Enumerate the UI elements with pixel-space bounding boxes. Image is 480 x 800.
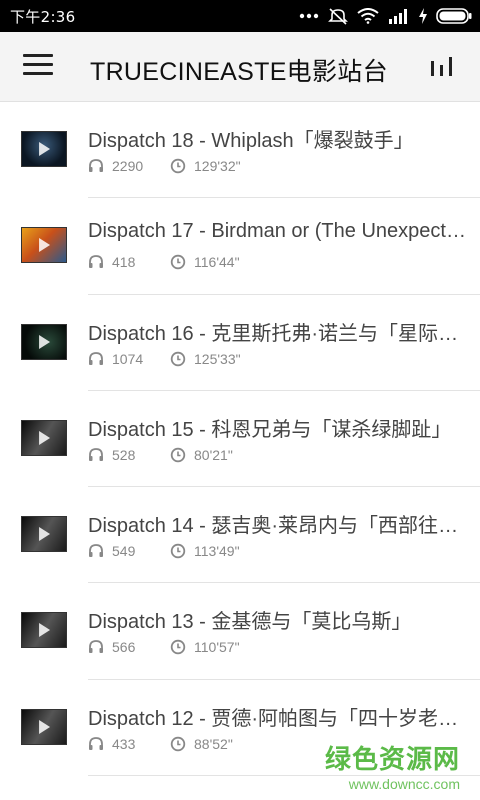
headphones-icon <box>89 159 103 172</box>
episode-thumbnail[interactable] <box>21 708 67 745</box>
episode-meta: 433 88'52" <box>88 736 233 752</box>
status-bar: 下午2:36 <box>0 0 480 32</box>
episode-row[interactable]: Dispatch 13 - 金基德与「莫比乌斯」 566 110'57" <box>0 583 480 680</box>
mute-icon <box>328 8 348 25</box>
episode-meta: 566 110'57" <box>88 639 240 655</box>
episode-duration: 110'57" <box>194 639 240 656</box>
episode-title: Dispatch 14 - 瑟吉奥·莱昂内与「西部往事」 <box>88 515 476 538</box>
signal-icon <box>389 9 407 24</box>
play-icon <box>39 430 51 445</box>
episode-meta: 1074 125'33" <box>88 351 241 367</box>
watermark: 绿色资源网 www.downcc.com <box>325 739 460 792</box>
wifi-icon <box>357 8 379 24</box>
clock-icon <box>170 640 186 655</box>
episode-row[interactable]: Dispatch 18 - Whiplash「爆裂鼓手」 2290 129'32… <box>0 102 480 199</box>
headphones-icon <box>89 447 103 461</box>
episode-duration: 129'32" <box>194 158 241 174</box>
headphones-icon <box>89 351 103 365</box>
app-bar: TRUECINEASTE电影站台 <box>0 32 480 102</box>
clock-icon <box>170 158 186 174</box>
headphones-icon <box>89 640 103 654</box>
episode-duration: 88'52" <box>194 735 233 752</box>
clock-icon <box>170 543 186 559</box>
episode-meta: 2290 129'32" <box>88 158 241 174</box>
headphones-icon <box>89 255 103 269</box>
episode-thumbnail[interactable] <box>21 419 67 456</box>
episode-row[interactable]: Dispatch 14 - 瑟吉奥·莱昂内与「西部往事」 549 113'49" <box>0 487 480 584</box>
battery-icon <box>436 8 472 24</box>
status-icons <box>299 7 472 25</box>
episode-meta: 418 116'44" <box>88 254 240 270</box>
episode-title: Dispatch 17 - Birdman or (The Unexpected… <box>88 220 476 243</box>
episode-title: Dispatch 13 - 金基德与「莫比乌斯」 <box>88 611 412 634</box>
charging-icon <box>419 8 427 24</box>
clock-icon <box>170 351 186 366</box>
episode-row[interactable]: Dispatch 16 - 克里斯托弗·诺兰与「星际穿越」 1074 125'3… <box>0 295 480 391</box>
episode-title: Dispatch 12 - 贾德·阿帕图与「四十岁老处男」 <box>88 707 476 730</box>
play-count: 433 <box>112 735 136 752</box>
episode-thumbnail[interactable] <box>21 612 67 649</box>
play-count: 549 <box>112 543 136 560</box>
play-icon <box>39 527 51 542</box>
episode-duration: 80'21" <box>194 446 233 463</box>
episode-duration: 125'33" <box>194 350 241 367</box>
episode-title: Dispatch 15 - 科恩兄弟与「谋杀绿脚趾」 <box>88 418 452 441</box>
clock-icon <box>170 447 186 463</box>
episode-row[interactable]: Dispatch 17 - Birdman or (The Unexpected… <box>0 198 480 295</box>
play-icon <box>39 238 51 253</box>
headphones-icon <box>89 544 103 558</box>
episode-thumbnail[interactable] <box>21 227 67 264</box>
headphones-icon <box>89 736 103 750</box>
episode-meta: 549 113'49" <box>88 543 240 559</box>
bar-stats-icon[interactable] <box>429 54 455 80</box>
watermark-main: 绿色资源网 <box>324 745 460 775</box>
episode-title: Dispatch 16 - 克里斯托弗·诺兰与「星际穿越」 <box>88 322 476 345</box>
clock-icon <box>170 255 186 270</box>
episode-thumbnail[interactable] <box>21 323 67 360</box>
play-icon <box>39 142 51 156</box>
watermark-url: www.downcc.com <box>348 776 460 792</box>
play-count: 1074 <box>112 350 144 367</box>
more-dots-icon <box>299 13 319 19</box>
status-time: 下午2:36 <box>10 7 76 26</box>
play-count: 528 <box>112 446 136 463</box>
clock-icon <box>170 736 186 751</box>
episode-duration: 116'44" <box>194 254 240 271</box>
play-icon <box>39 334 51 349</box>
play-icon <box>39 719 51 734</box>
play-count: 2290 <box>112 158 144 174</box>
play-icon <box>39 623 51 638</box>
episode-title: Dispatch 18 - Whiplash「爆裂鼓手」 <box>88 130 414 152</box>
hamburger-menu-icon[interactable] <box>23 54 53 80</box>
play-count: 418 <box>112 254 136 271</box>
episode-meta: 528 80'21" <box>88 447 233 463</box>
episode-row[interactable]: Dispatch 15 - 科恩兄弟与「谋杀绿脚趾」 528 80'21" <box>0 391 480 488</box>
episode-thumbnail[interactable] <box>21 131 67 167</box>
episode-duration: 113'49" <box>194 543 240 560</box>
episode-list: Dispatch 18 - Whiplash「爆裂鼓手」 2290 129'32… <box>0 102 480 777</box>
app-title: TRUECINEASTE电影站台 <box>90 58 388 86</box>
episode-thumbnail[interactable] <box>21 516 67 553</box>
play-count: 566 <box>112 639 136 656</box>
